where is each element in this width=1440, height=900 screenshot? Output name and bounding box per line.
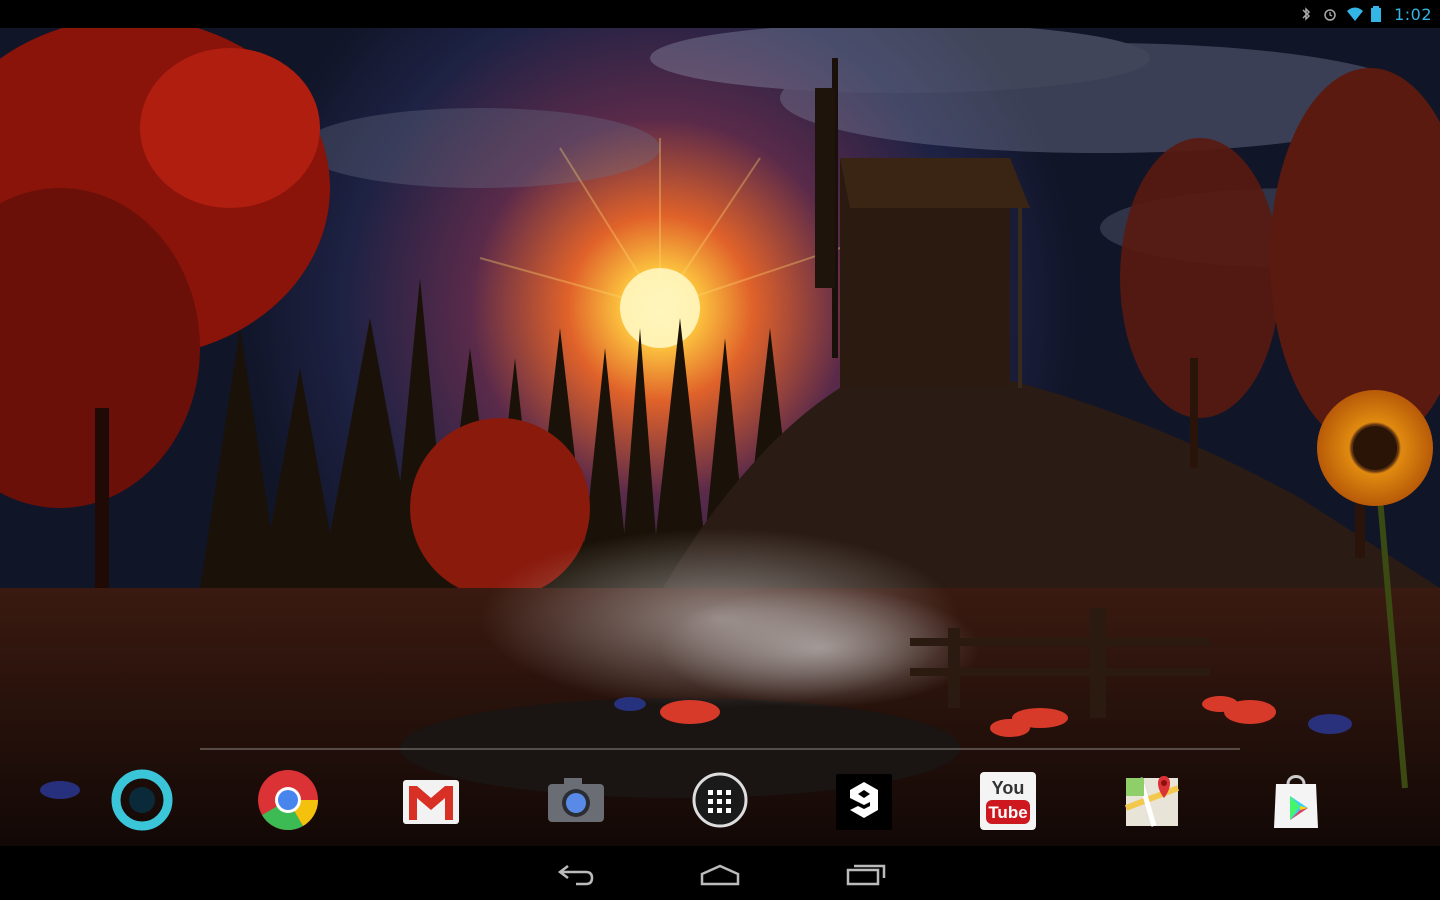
youtube-icon: You Tube [980, 772, 1036, 830]
camera-icon [548, 778, 604, 822]
svg-text:You: You [992, 778, 1025, 798]
ring-icon [111, 769, 173, 831]
svg-text:Tube: Tube [988, 803, 1027, 822]
bluetooth-icon [1298, 6, 1314, 22]
back-button[interactable] [548, 856, 604, 892]
maps-shortcut[interactable] [1120, 768, 1184, 832]
dock-divider [200, 748, 1240, 750]
alarm-icon [1322, 6, 1338, 22]
ninegag-shortcut[interactable] [832, 768, 896, 832]
maps-icon [1124, 776, 1180, 827]
camera-shortcut[interactable] [544, 768, 608, 832]
chrome-shortcut[interactable] [256, 768, 320, 832]
chrome-icon [258, 770, 318, 831]
ring-app-shortcut[interactable] [110, 768, 174, 832]
dock: You Tube [0, 760, 1440, 842]
navigation-bar [0, 846, 1440, 900]
gmail-shortcut[interactable] [399, 768, 463, 832]
play-store-icon [1274, 775, 1318, 828]
android-home-screen: 1:02 You Tube [0, 0, 1440, 900]
home-icon [700, 864, 740, 886]
status-bar: 1:02 [0, 0, 1440, 28]
gmail-icon [403, 780, 459, 824]
app-drawer-icon [692, 772, 748, 828]
recents-button[interactable] [838, 856, 894, 892]
live-wallpaper [0, 28, 1440, 846]
youtube-shortcut[interactable]: You Tube [976, 768, 1040, 832]
play-store-shortcut[interactable] [1264, 768, 1328, 832]
status-clock: 1:02 [1394, 4, 1432, 24]
all-apps-button[interactable] [688, 768, 752, 832]
home-button[interactable] [692, 856, 748, 892]
sun [620, 268, 700, 348]
ninegag-icon [836, 774, 892, 830]
back-icon [557, 865, 594, 886]
battery-icon [1370, 6, 1386, 22]
recents-icon [846, 864, 886, 886]
wifi-icon [1346, 6, 1364, 22]
